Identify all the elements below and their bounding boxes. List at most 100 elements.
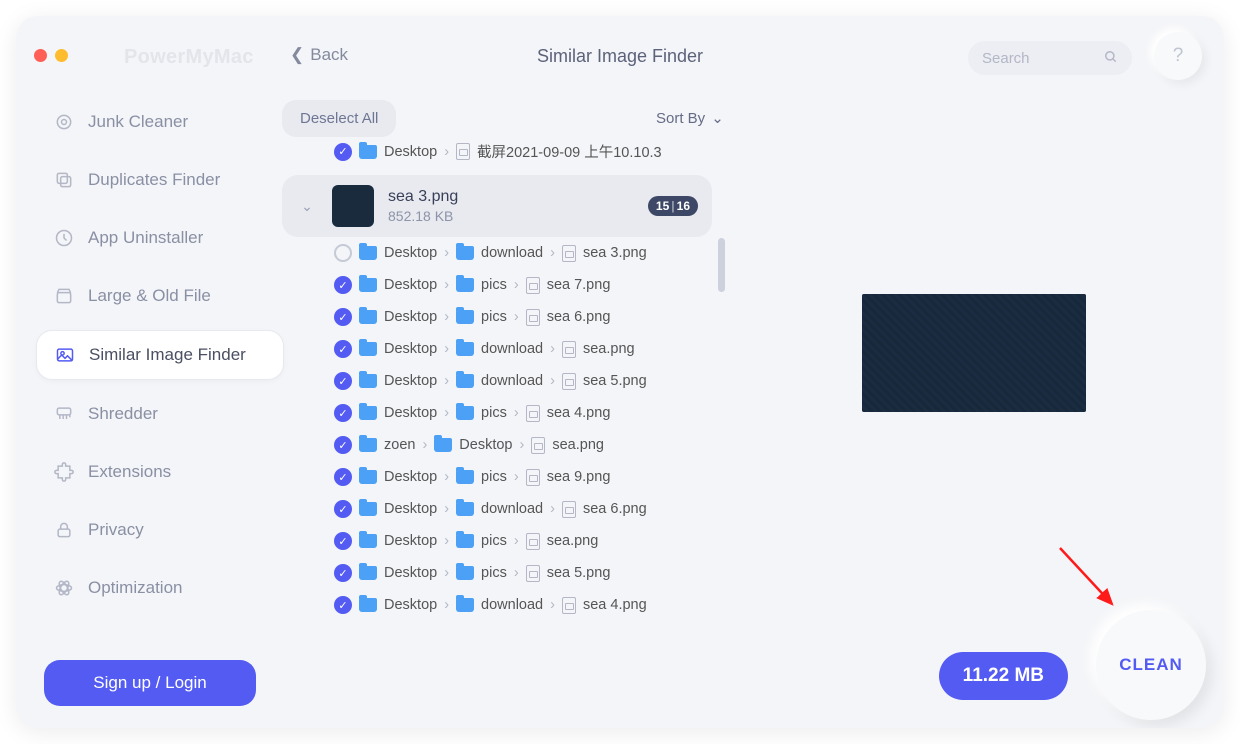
- list-item[interactable]: ✓Desktop›pics›sea.png: [282, 525, 712, 557]
- list-item-truncated[interactable]: ✓ Desktop › 截屏2021-09-09 上午10.10.3: [282, 141, 712, 169]
- list-item[interactable]: ✓Desktop›pics›sea 9.png: [282, 461, 712, 493]
- checkbox-icon[interactable]: ✓: [334, 596, 352, 614]
- sidebar-item-extensions[interactable]: Extensions: [36, 448, 284, 496]
- folder-icon: [434, 438, 452, 452]
- list-item[interactable]: ✓Desktop›pics›sea 5.png: [282, 557, 712, 589]
- sidebar-item-large-old[interactable]: Large & Old File: [36, 272, 284, 320]
- file-icon: [562, 245, 576, 262]
- chevron-right-icon: ›: [514, 277, 519, 293]
- signup-login-button[interactable]: Sign up / Login: [44, 660, 256, 706]
- results-list: ✓ Desktop › 截屏2021-09-09 上午10.10.3 ⌄ sea…: [282, 141, 712, 651]
- caret-down-icon[interactable]: ⌄: [296, 198, 318, 215]
- list-item[interactable]: ✓Desktop›download›sea 6.png: [282, 493, 712, 525]
- sort-by-button[interactable]: Sort By ⌄: [656, 109, 724, 127]
- list-item[interactable]: ✓Desktop›download›sea.png: [282, 333, 712, 365]
- path-segment: Desktop: [384, 277, 437, 293]
- chevron-right-icon: ›: [444, 565, 449, 581]
- sidebar-item-label: Similar Image Finder: [89, 345, 246, 365]
- folder-icon: [456, 278, 474, 292]
- path-segment: pics: [481, 565, 507, 581]
- list-item[interactable]: Desktop›download›sea 3.png: [282, 237, 712, 269]
- close-window-icon[interactable]: [34, 49, 47, 62]
- sidebar-item-uninstaller[interactable]: App Uninstaller: [36, 214, 284, 262]
- sidebar-item-privacy[interactable]: Privacy: [36, 506, 284, 554]
- folder-icon: [359, 310, 377, 324]
- folder-icon: [456, 470, 474, 484]
- folder-icon: [359, 534, 377, 548]
- checkbox-icon[interactable]: ✓: [334, 404, 352, 422]
- checkbox-icon[interactable]: ✓: [334, 143, 352, 161]
- sidebar: Junk Cleaner Duplicates Finder App Unins…: [36, 98, 284, 622]
- list-item[interactable]: ✓Desktop›download›sea 4.png: [282, 589, 712, 621]
- path-segment: download: [481, 245, 543, 261]
- list-item[interactable]: ✓Desktop›pics›sea 6.png: [282, 301, 712, 333]
- path-segment: Desktop: [384, 469, 437, 485]
- scrollbar-thumb[interactable]: [718, 238, 725, 292]
- back-button[interactable]: ❮ Back: [290, 45, 348, 65]
- path-segment: Desktop: [384, 533, 437, 549]
- chevron-right-icon: ›: [550, 597, 555, 613]
- file-name: sea 6.png: [547, 309, 611, 325]
- checkbox-icon[interactable]: ✓: [334, 564, 352, 582]
- path-segment: Desktop: [384, 501, 437, 517]
- folder-icon: [359, 598, 377, 612]
- sidebar-item-label: App Uninstaller: [88, 228, 203, 248]
- file-name: sea.png: [552, 437, 604, 453]
- checkbox-icon[interactable]: [334, 244, 352, 262]
- sidebar-item-shredder[interactable]: Shredder: [36, 390, 284, 438]
- checkbox-icon[interactable]: ✓: [334, 372, 352, 390]
- folder-icon: [359, 406, 377, 420]
- chevron-right-icon: ›: [422, 437, 427, 453]
- chevron-right-icon: ›: [550, 245, 555, 261]
- chevron-right-icon: ›: [444, 469, 449, 485]
- file-icon: [456, 143, 470, 160]
- checkbox-icon[interactable]: ✓: [334, 468, 352, 486]
- folder-icon: [359, 145, 377, 159]
- folder-icon: [456, 406, 474, 420]
- clean-button[interactable]: CLEAN: [1096, 610, 1206, 720]
- sidebar-item-junk-cleaner[interactable]: Junk Cleaner: [36, 98, 284, 146]
- duplicates-icon: [54, 170, 74, 190]
- sidebar-item-similar-image[interactable]: Similar Image Finder: [36, 330, 284, 380]
- sidebar-item-label: Optimization: [88, 578, 182, 598]
- sidebar-item-optimization[interactable]: Optimization: [36, 564, 284, 612]
- annotation-arrow-icon: [1054, 542, 1134, 622]
- sidebar-item-duplicates[interactable]: Duplicates Finder: [36, 156, 284, 204]
- path-segment: download: [481, 373, 543, 389]
- folder-icon: [359, 246, 377, 260]
- path-segment: 截屏2021-09-09 上午10.10.3: [477, 141, 662, 162]
- scrollbar[interactable]: [718, 146, 725, 646]
- group-header[interactable]: ⌄ sea 3.png 852.18 KB 15|16: [282, 175, 712, 237]
- list-item[interactable]: ✓Desktop›pics›sea 4.png: [282, 397, 712, 429]
- folder-icon: [456, 566, 474, 580]
- group-info: sea 3.png 852.18 KB: [388, 188, 634, 224]
- deselect-all-button[interactable]: Deselect All: [282, 100, 396, 137]
- folder-icon: [359, 342, 377, 356]
- file-icon: [562, 597, 576, 614]
- list-item[interactable]: ✓Desktop›pics›sea 7.png: [282, 269, 712, 301]
- lock-icon: [54, 520, 74, 540]
- search-input[interactable]: Search: [968, 41, 1132, 75]
- zoom-window-icon[interactable]: [76, 49, 89, 62]
- help-button[interactable]: ?: [1154, 32, 1202, 80]
- sidebar-item-label: Large & Old File: [88, 286, 211, 306]
- checkbox-icon[interactable]: ✓: [334, 276, 352, 294]
- checkbox-icon[interactable]: ✓: [334, 436, 352, 454]
- file-name: sea 5.png: [547, 565, 611, 581]
- file-icon: [526, 277, 540, 294]
- folder-icon: [456, 374, 474, 388]
- chevron-right-icon: ›: [444, 533, 449, 549]
- sidebar-item-label: Duplicates Finder: [88, 170, 220, 190]
- path-segment: download: [481, 501, 543, 517]
- chevron-right-icon: ›: [514, 469, 519, 485]
- group-size: 852.18 KB: [388, 208, 634, 224]
- chevron-right-icon: ›: [550, 373, 555, 389]
- minimize-window-icon[interactable]: [55, 49, 68, 62]
- checkbox-icon[interactable]: ✓: [334, 500, 352, 518]
- checkbox-icon[interactable]: ✓: [334, 532, 352, 550]
- checkbox-icon[interactable]: ✓: [334, 340, 352, 358]
- checkbox-icon[interactable]: ✓: [334, 308, 352, 326]
- list-item[interactable]: ✓zoen›Desktop›sea.png: [282, 429, 712, 461]
- list-item[interactable]: ✓Desktop›download›sea 5.png: [282, 365, 712, 397]
- file-icon: [526, 309, 540, 326]
